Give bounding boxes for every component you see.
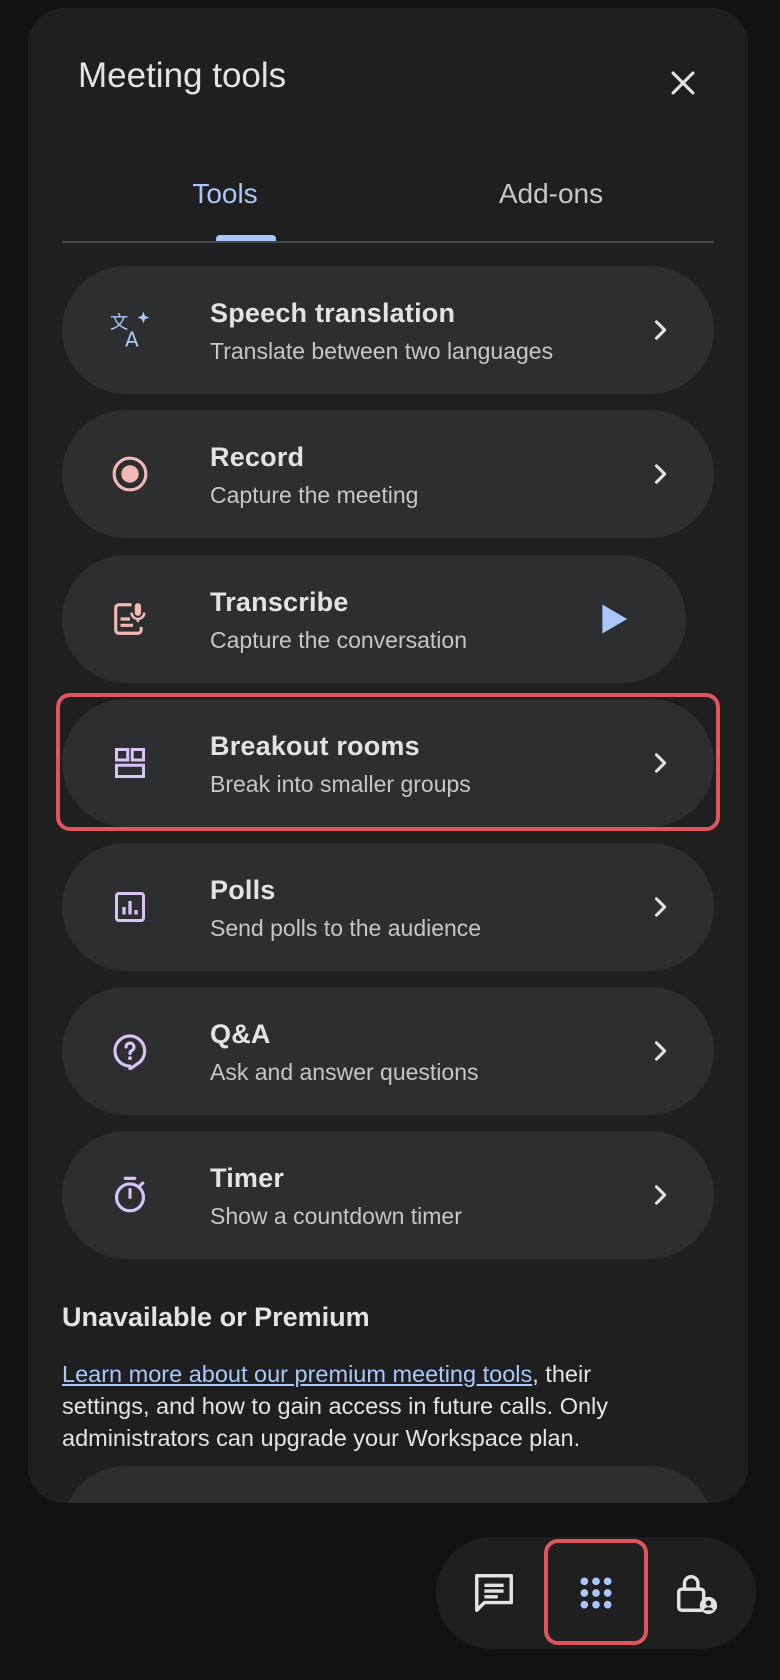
svg-text:A: A [125, 328, 139, 350]
tool-title: Record [210, 442, 305, 472]
premium-tools-link[interactable]: Learn more about our premium meeting too… [62, 1361, 532, 1387]
tool-subtitle: Send polls to the audience [210, 915, 482, 941]
tab-tools[interactable]: Tools [62, 148, 388, 241]
panel-title: Meeting tools [78, 56, 287, 95]
tool-subtitle: Show a countdown timer [210, 1203, 462, 1229]
chevron-right-icon [640, 743, 680, 783]
tool-item-partial[interactable] [62, 1466, 714, 1503]
unavailable-section-heading: Unavailable or Premium [62, 1302, 370, 1332]
tool-title: Speech translation [210, 298, 456, 328]
polls-icon [110, 887, 150, 927]
tool-speech-translation[interactable]: 文A Speech translation Translate between … [62, 266, 714, 394]
tab-bar: Tools Add-ons [62, 148, 714, 243]
tool-title: Q&A [210, 1019, 271, 1049]
tool-title: Breakout rooms [210, 731, 420, 761]
transcribe-icon [110, 599, 150, 639]
close-icon [671, 71, 695, 95]
tool-subtitle: Translate between two languages [210, 338, 554, 364]
chat-icon [475, 1574, 513, 1612]
meeting-tools-icon [580, 1577, 612, 1609]
chevron-right-icon [640, 1175, 680, 1215]
chat-button[interactable] [444, 1537, 544, 1649]
tool-transcribe[interactable]: Transcribe Capture the conversation [62, 555, 566, 683]
chevron-right-icon [640, 1031, 680, 1071]
tool-title: Transcribe [210, 587, 349, 617]
tool-subtitle: Break into smaller groups [210, 771, 471, 797]
tool-subtitle: Capture the conversation [210, 627, 467, 653]
bottom-control-bar [436, 1537, 756, 1649]
close-button[interactable] [658, 58, 708, 108]
premium-info-text: Learn more about our premium meeting too… [62, 1358, 682, 1454]
chevron-right-icon [640, 454, 680, 494]
tool-qa[interactable]: Q&A Ask and answer questions [62, 987, 714, 1115]
timer-icon [110, 1175, 150, 1215]
breakout-rooms-icon [110, 743, 150, 783]
tool-breakout-rooms[interactable]: Breakout rooms Break into smaller groups [62, 699, 714, 827]
tab-add-ons[interactable]: Add-ons [388, 148, 714, 241]
record-icon [110, 454, 150, 494]
host-controls-button[interactable] [646, 1537, 746, 1649]
meeting-tools-panel: Meeting tools Tools Add-ons 文A Speech tr… [28, 8, 748, 1503]
tool-subtitle: Capture the meeting [210, 482, 419, 508]
qa-icon [110, 1031, 150, 1071]
play-icon [602, 604, 628, 634]
tool-subtitle: Ask and answer questions [210, 1059, 479, 1085]
tool-title: Polls [210, 875, 276, 905]
tool-polls[interactable]: Polls Send polls to the audience [62, 843, 714, 971]
meeting-tools-button[interactable] [546, 1537, 646, 1649]
tool-timer[interactable]: Timer Show a countdown timer [62, 1131, 714, 1259]
active-tab-indicator [216, 235, 276, 241]
chevron-right-icon [640, 310, 680, 350]
transcribe-start-button[interactable] [542, 555, 686, 683]
translate-icon: 文A [110, 310, 150, 350]
chevron-right-icon [640, 887, 680, 927]
host-controls-icon [677, 1575, 718, 1615]
tool-record[interactable]: Record Capture the meeting [62, 410, 714, 538]
tool-title: Timer [210, 1163, 285, 1193]
